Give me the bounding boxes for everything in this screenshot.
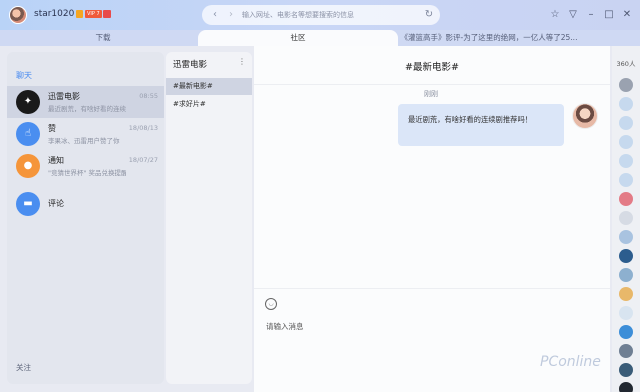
member-avatar[interactable] bbox=[619, 249, 633, 263]
member-avatar[interactable] bbox=[619, 211, 633, 225]
member-avatar[interactable] bbox=[619, 135, 633, 149]
username[interactable]: star1020 bbox=[34, 9, 74, 19]
chevron-left-icon[interactable]: ‹ bbox=[208, 8, 222, 22]
p-badge-icon bbox=[76, 10, 83, 18]
user-avatar[interactable] bbox=[9, 6, 27, 24]
emoji-icon[interactable]: ◡ bbox=[265, 298, 277, 310]
dropdown-icon[interactable]: ▽ bbox=[566, 8, 580, 22]
divider bbox=[254, 84, 610, 85]
conversation-notifications[interactable]: ● 通知 "竞猜世界杯" 奖品兑换提醒 18/07/27 bbox=[7, 150, 164, 182]
maximize-icon[interactable]: □ bbox=[602, 8, 616, 22]
member-avatar[interactable] bbox=[619, 344, 633, 358]
member-avatar[interactable] bbox=[619, 154, 633, 168]
member-avatar[interactable] bbox=[619, 78, 633, 92]
conversation-comments[interactable]: ▬ 评论 bbox=[7, 188, 164, 220]
member-avatar[interactable] bbox=[619, 382, 633, 392]
channel-title: 迅雷电影 bbox=[173, 60, 208, 70]
member-count: 360人 bbox=[616, 60, 636, 68]
conversation-name: 通知 bbox=[48, 156, 64, 165]
channel-item[interactable]: #求好片# bbox=[166, 96, 252, 113]
member-avatar[interactable] bbox=[619, 97, 633, 111]
tab-label: 社区 bbox=[290, 33, 306, 42]
title-bar: star1020 VIP 7 ‹ › ↻ ☆ ▽ – □ ✕ bbox=[0, 0, 640, 30]
conversation-preview: "竞猜世界杯" 奖品兑换提醒 bbox=[48, 169, 126, 177]
refresh-icon[interactable]: ↻ bbox=[422, 8, 436, 22]
message-bubble: 最近剧荒，有啥好看的连续剧推荐吗！ bbox=[398, 104, 564, 146]
channel-list: 迅雷电影 ⋮ #最新电影# #求好片# bbox=[166, 52, 252, 384]
address-bar: ‹ › ↻ bbox=[202, 5, 440, 25]
follow-link[interactable]: 关注 bbox=[16, 362, 31, 373]
member-avatar[interactable] bbox=[619, 287, 633, 301]
member-avatar[interactable] bbox=[619, 192, 633, 206]
member-avatar[interactable] bbox=[619, 325, 633, 339]
conversation-xunlei-movie[interactable]: ✦ 迅雷电影 最近剧荒，有啥好看的连续剧推荐 08:55 bbox=[7, 86, 164, 118]
member-list: 360人 bbox=[612, 46, 640, 392]
chevron-right-icon[interactable]: › bbox=[224, 8, 238, 22]
conversation-likes[interactable]: ☝ 赞 李果冰、迅雷用户赞了你 18/08/13 bbox=[7, 118, 164, 150]
chat-panel: #最新电影# 刚刚 最近剧荒，有啥好看的连续剧推荐吗！ ◡ bbox=[254, 46, 610, 392]
member-avatar[interactable] bbox=[619, 116, 633, 130]
skin-icon[interactable]: ☆ bbox=[548, 8, 562, 22]
message-time: 刚刚 bbox=[424, 90, 438, 98]
watermark-logo: PConline bbox=[540, 354, 601, 370]
chat-title: #最新电影# bbox=[405, 62, 459, 73]
more-options-icon[interactable]: ⋮ bbox=[238, 57, 246, 66]
conversation-name: 迅雷电影 bbox=[48, 92, 80, 101]
divider bbox=[254, 288, 610, 289]
minimize-icon[interactable]: – bbox=[584, 8, 598, 22]
member-avatar[interactable] bbox=[619, 268, 633, 282]
tab-label: 《灌篮高手》影评-为了这里的绝网，一亿人等了25... bbox=[400, 33, 578, 42]
conversation-preview: 最近剧荒，有啥好看的连续剧推荐 bbox=[48, 105, 126, 113]
close-icon[interactable]: ✕ bbox=[620, 8, 634, 22]
vip-badge: VIP 7 bbox=[85, 10, 102, 18]
tab-review[interactable]: 《灌篮高手》影评-为了这里的绝网，一亿人等了25... bbox=[398, 30, 580, 46]
level-badge-icon bbox=[103, 10, 111, 18]
conversation-list: 聊天 ✦ 迅雷电影 最近剧荒，有啥好看的连续剧推荐 08:55 ☝ 赞 李果冰、… bbox=[7, 52, 164, 384]
conversation-time: 08:55 bbox=[139, 92, 158, 100]
conversation-name: 评论 bbox=[48, 199, 64, 208]
tab-label: 下载 bbox=[95, 33, 111, 42]
conversation-preview: 李果冰、迅雷用户赞了你 bbox=[48, 137, 120, 145]
comment-icon: ▬ bbox=[16, 192, 40, 216]
movie-logo-icon: ✦ bbox=[16, 90, 40, 114]
channel-item[interactable]: #最新电影# bbox=[166, 78, 252, 95]
tab-community[interactable]: 社区 bbox=[198, 30, 398, 46]
notification-bell-icon: ● bbox=[16, 154, 40, 178]
thumbs-up-icon: ☝ bbox=[16, 122, 40, 146]
conversation-name: 赞 bbox=[48, 124, 56, 133]
member-avatar[interactable] bbox=[619, 230, 633, 244]
search-input[interactable] bbox=[242, 8, 420, 22]
member-avatar[interactable] bbox=[619, 363, 633, 377]
conversation-time: 18/07/27 bbox=[128, 156, 158, 164]
conversation-time: 18/08/13 bbox=[128, 124, 158, 132]
sender-avatar[interactable] bbox=[572, 103, 598, 129]
member-avatar[interactable] bbox=[619, 173, 633, 187]
message-input[interactable] bbox=[266, 318, 586, 334]
chat-section-title: 聊天 bbox=[16, 71, 32, 80]
tab-download[interactable]: 下载 bbox=[0, 30, 206, 46]
tab-bar: 下载 社区 《灌篮高手》影评-为了这里的绝网，一亿人等了25... bbox=[0, 30, 640, 46]
member-avatar[interactable] bbox=[619, 306, 633, 320]
